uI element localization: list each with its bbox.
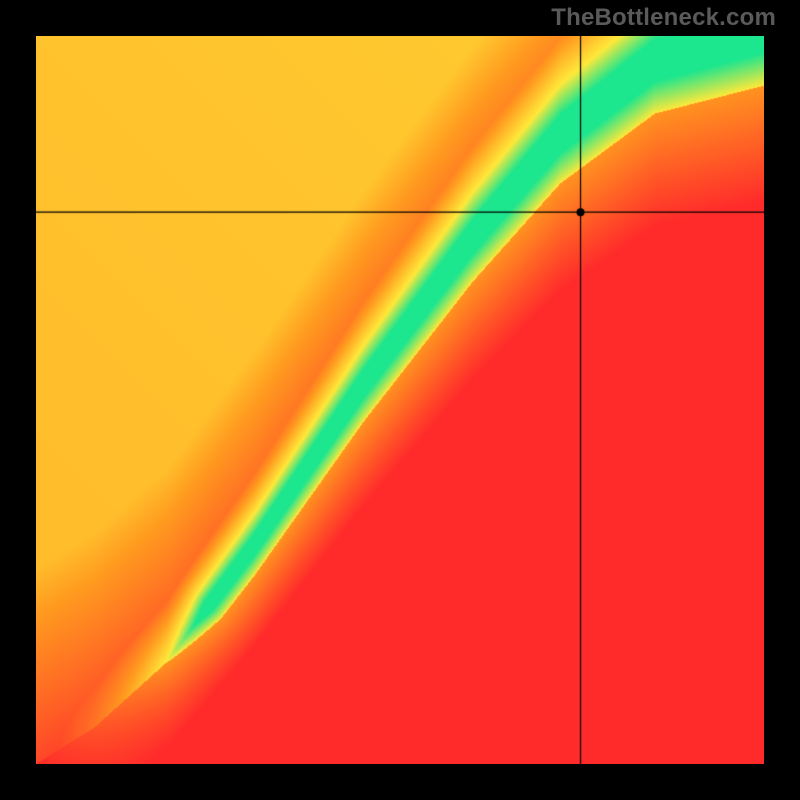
watermark-text: TheBottleneck.com <box>551 4 776 32</box>
heatmap-canvas <box>36 36 764 764</box>
heatmap-plot <box>36 36 764 764</box>
chart-container: TheBottleneck.com <box>0 0 800 800</box>
